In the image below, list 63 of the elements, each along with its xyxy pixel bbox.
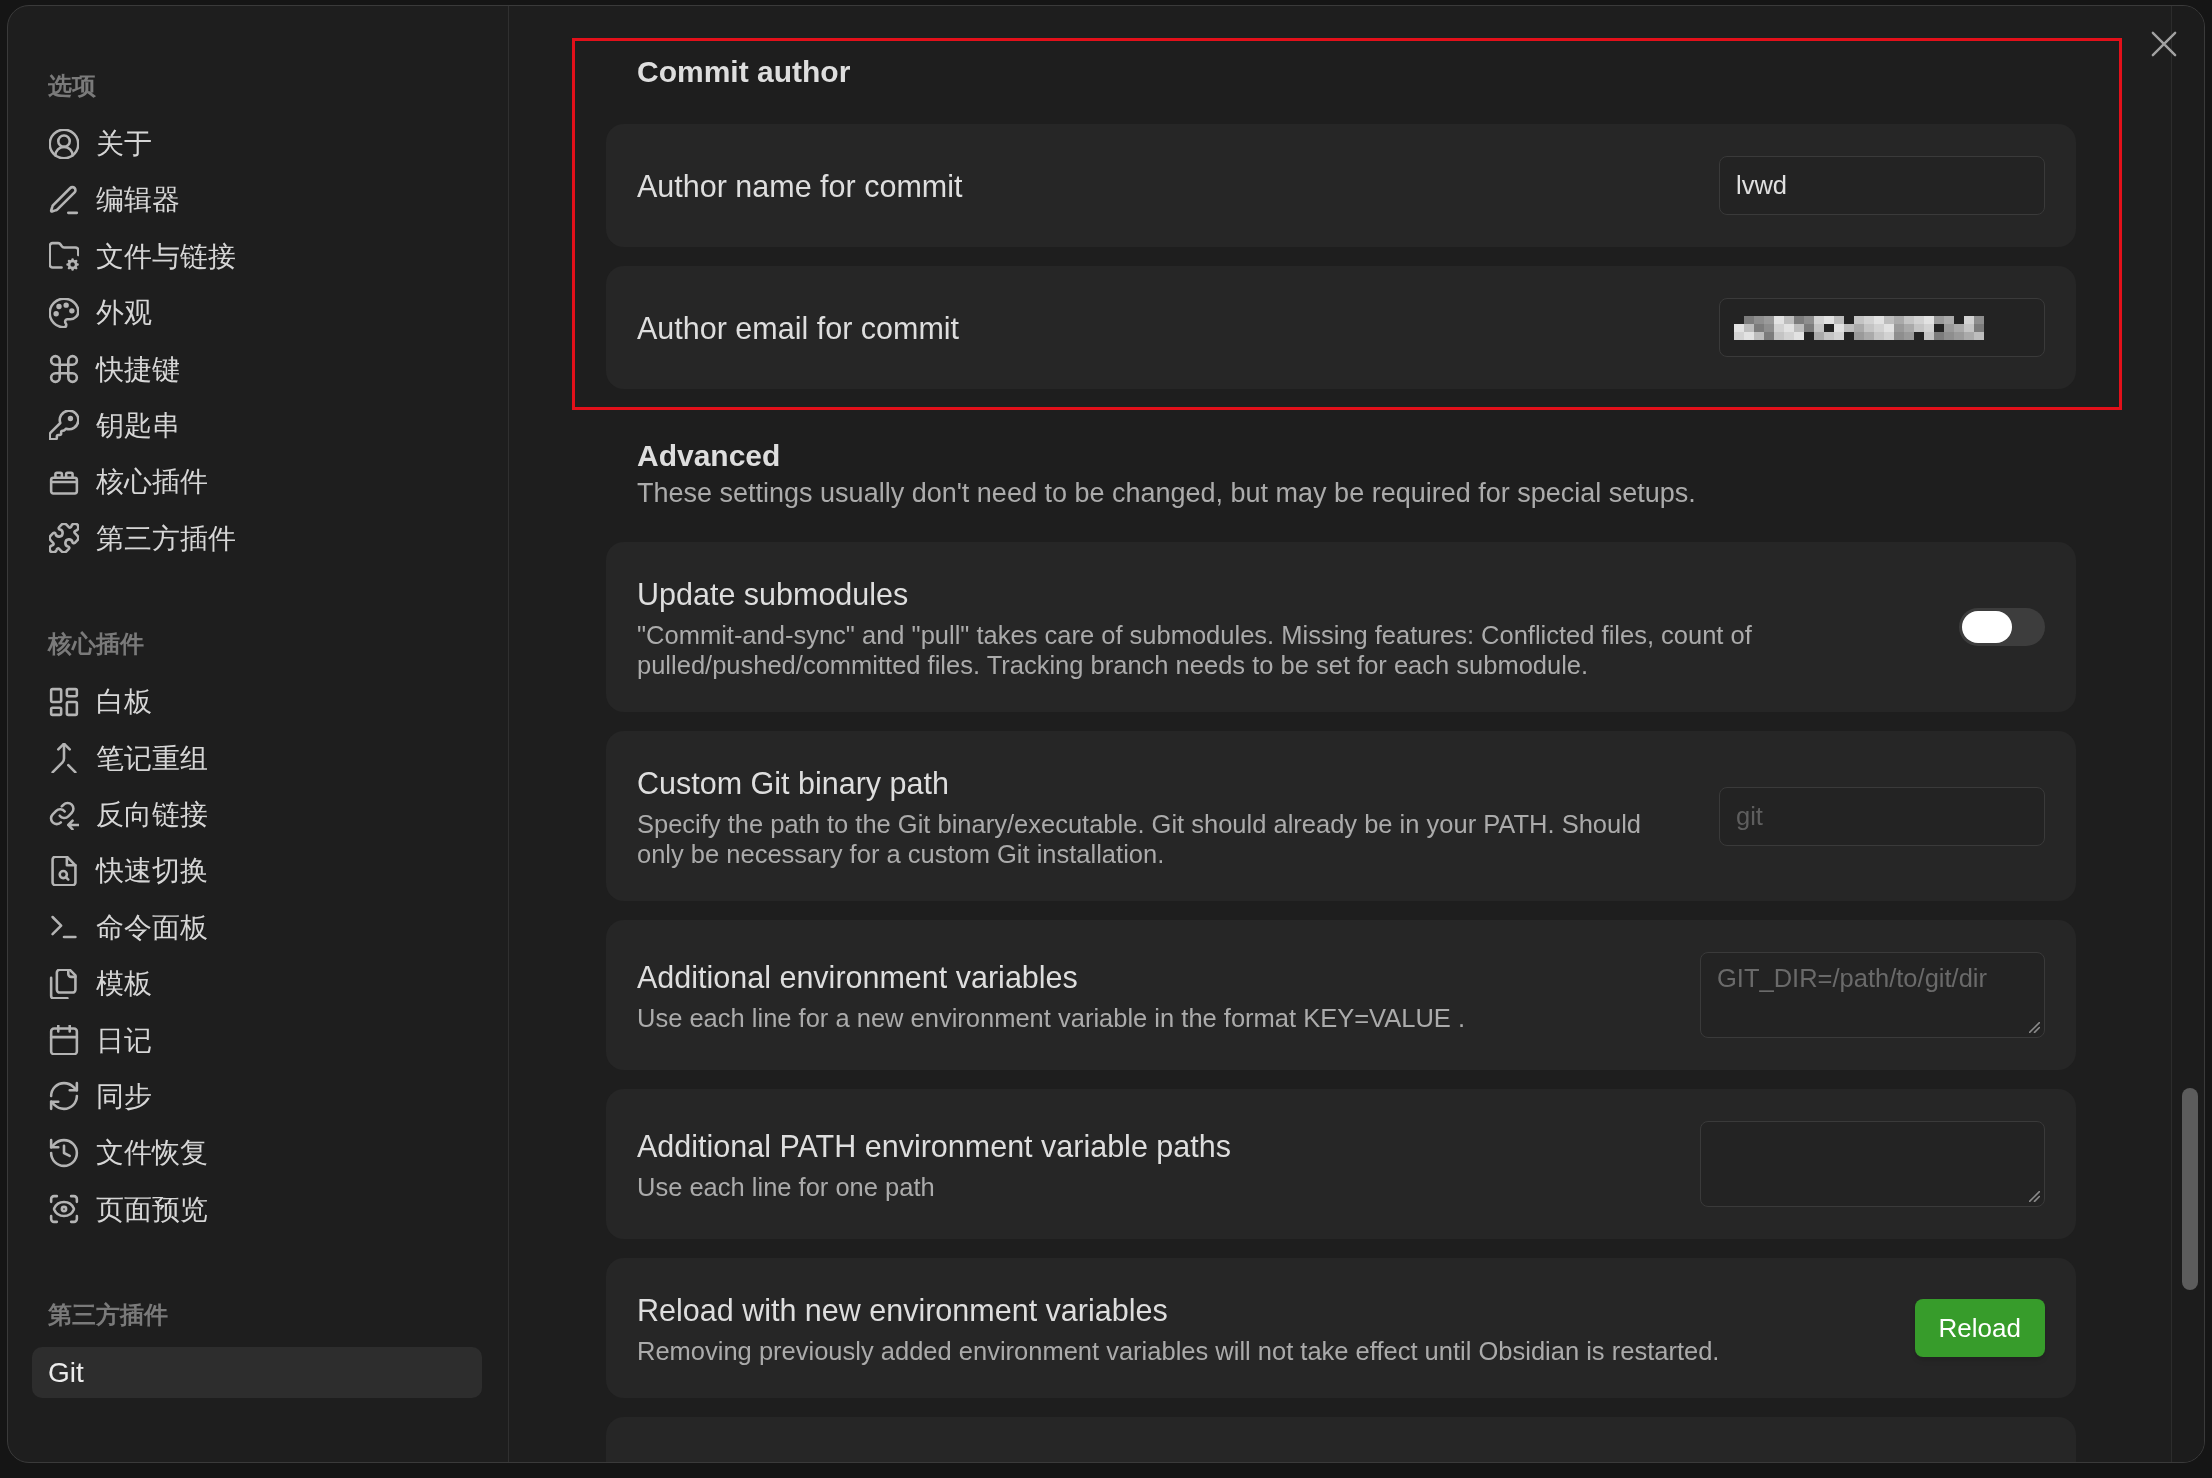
sidebar-item[interactable]: 日记 — [32, 1014, 482, 1066]
reload-button[interactable]: Reload — [1914, 1299, 2045, 1357]
file-search-icon — [49, 855, 79, 886]
textarea-field[interactable]: GIT_DIR=/path/to/git/dir — [1700, 952, 2045, 1038]
resize-handle-icon — [2029, 1191, 2040, 1202]
setting-description: "Commit-and-sync" and "pull" takes care of submodules. Missing features: Conflicted files, count of pulled/pushed/committed files. Tracking branch needs to be set for each submodule. — [637, 620, 1753, 680]
sidebar-item[interactable]: 模板 — [32, 958, 482, 1010]
setting-name: Update submodules — [637, 576, 910, 614]
calendar-icon — [49, 1025, 79, 1056]
close-icon[interactable] — [2151, 31, 2177, 57]
refresh-icon — [49, 1081, 79, 1112]
merge-arrow-icon — [49, 743, 79, 774]
setting-name: Author name for commit — [637, 167, 964, 205]
sidebar-heading: 选项 — [47, 71, 97, 101]
resize-handle-icon — [2029, 1022, 2040, 1033]
section-heading: Commit author — [636, 54, 852, 90]
puzzle-icon — [49, 523, 79, 554]
setting-description: Use each line for a new environment variable in the format KEY=VALUE . — [637, 1003, 1466, 1033]
setting-name: Author email for commit — [637, 309, 961, 347]
setting-name: Additional PATH environment variable paths — [637, 1128, 1232, 1166]
link-arrow-icon — [49, 799, 79, 830]
text-field[interactable]: lvwd — [1719, 156, 2045, 215]
sidebar-item[interactable]: 核心插件 — [32, 456, 482, 508]
setting-name: Reload with new environment variables — [637, 1292, 1169, 1329]
sidebar-heading: 核心插件 — [46, 629, 145, 660]
toggle-switch[interactable] — [1959, 608, 2045, 646]
sidebar-item[interactable]: 快速切换 — [32, 845, 482, 897]
text-field[interactable]: git — [1719, 786, 2045, 846]
setting-name: Custom Git binary path — [637, 765, 950, 803]
scrollbar-thumb[interactable] — [2182, 1088, 2198, 1290]
sidebar-item[interactable]: 编辑器 — [32, 174, 482, 226]
sidebar-item[interactable]: 文件恢复 — [32, 1127, 482, 1179]
sidebar-item[interactable]: 关于 — [32, 118, 482, 169]
sidebar-item[interactable]: 快捷键 — [32, 343, 482, 395]
sidebar-item[interactable]: 同步 — [32, 1070, 482, 1122]
folder-gear-icon — [49, 241, 79, 272]
setting-description: Specify the path to the Git binary/executable. Git should already be in your PATH. Should only be necessary for a custom Git installation. — [637, 809, 1643, 869]
setting-description: Use each line for one path — [637, 1172, 936, 1202]
sidebar-item[interactable]: 第三方插件 — [32, 512, 482, 564]
sidebar-item[interactable]: 白板 — [32, 676, 482, 728]
documents-icon — [49, 968, 79, 999]
section-heading: Advanced — [636, 438, 782, 474]
sidebar-item[interactable]: Git — [32, 1347, 482, 1399]
palette-icon — [49, 297, 79, 328]
section-description: These settings usually don't need to be changed, but may be required for special setups. — [636, 478, 1697, 508]
eye-scan-icon — [49, 1194, 79, 1225]
pencil-icon — [49, 184, 79, 215]
sidebar-heading: 第三方插件 — [47, 1300, 169, 1331]
sidebar-item[interactable]: 外观 — [32, 287, 482, 339]
setting-name: Additional environment variables — [637, 959, 1079, 996]
command-key-icon — [49, 354, 79, 385]
sidebar-item[interactable]: 命令面板 — [32, 901, 482, 953]
key-icon — [49, 410, 79, 441]
grid-icon — [49, 686, 79, 717]
history-icon — [49, 1137, 79, 1168]
sidebar-item[interactable]: 文件与链接 — [32, 230, 482, 282]
sidebar-item[interactable]: 反向链接 — [32, 789, 482, 840]
setting-description: Removing previously added environment variables will not take effect until Obsidian is restarted. — [637, 1336, 1721, 1366]
sidebar-item[interactable]: 钥匙串 — [32, 399, 482, 451]
textarea-field[interactable] — [1700, 1121, 2045, 1207]
sidebar-item[interactable]: 页面预览 — [32, 1183, 482, 1235]
text-field[interactable] — [1719, 298, 2045, 357]
sidebar-item[interactable]: 笔记重组 — [32, 732, 482, 784]
